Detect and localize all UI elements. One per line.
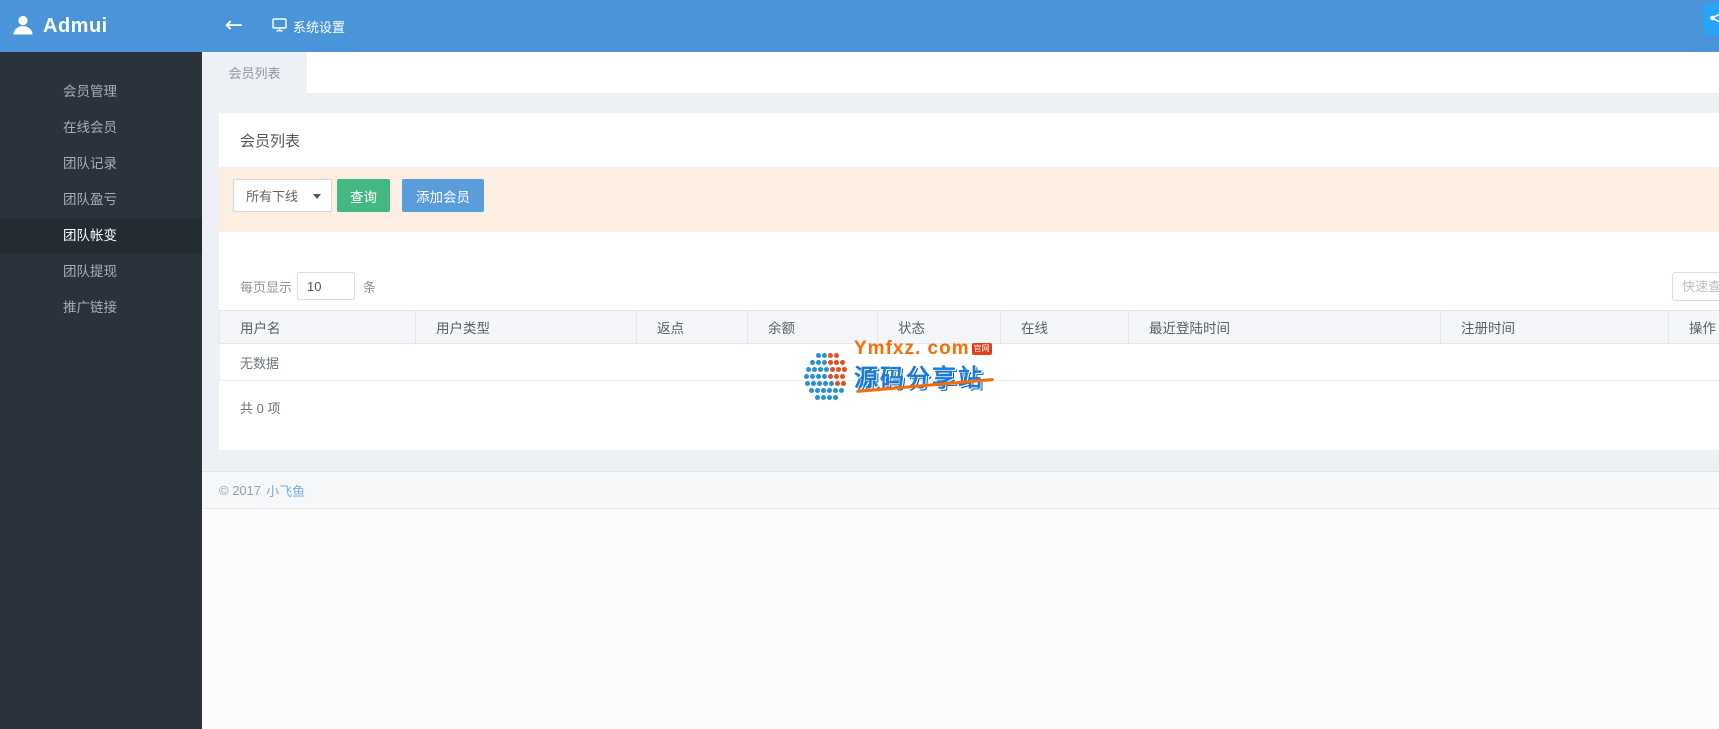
brand-title: Admui (43, 14, 108, 37)
corner-share-button[interactable] (1703, 3, 1719, 35)
user-icon (10, 12, 36, 41)
panel-title: 会员列表 (240, 133, 301, 150)
sidebar-item-团队记录[interactable]: 团队记录 (0, 146, 202, 182)
share-icon (1709, 10, 1719, 29)
column-header-注册时间: 注册时间 (1440, 310, 1669, 344)
tab-bar: 会员列表 (202, 52, 1719, 93)
column-header-用户类型: 用户类型 (415, 310, 637, 344)
sidebar: 会员管理 在线会员 团队记录 团队盈亏 团队帐变 团队提现 推广链接 (0, 52, 202, 729)
column-header-最近登陆时间: 最近登陆时间 (1128, 310, 1441, 344)
footer-link[interactable]: 小飞鱼 (266, 481, 305, 500)
tab-member-list[interactable]: 会员列表 (202, 52, 307, 93)
sidebar-item-会员管理[interactable]: 会员管理 (0, 74, 202, 110)
column-header-用户名: 用户名 (219, 310, 416, 344)
below-content-space (202, 509, 1719, 729)
caret-down-icon (313, 194, 321, 199)
page-size-bar: 每页显示 条 (219, 272, 1719, 301)
sidebar-item-在线会员[interactable]: 在线会员 (0, 110, 202, 146)
column-header-操作: 操作 (1668, 310, 1719, 344)
monitor-icon (272, 17, 293, 35)
app-header: Admui ← 系统设置 (0, 0, 1719, 52)
logo: Admui (0, 12, 202, 41)
filter-bar: 所有下线 查询 添加会员 (219, 167, 1719, 232)
nav-item-label: 系统设置 (293, 19, 346, 35)
empty-text: 无数据 (219, 343, 1719, 381)
table-empty-row: 无数据 (219, 343, 1719, 381)
content-area: 会员列表 所有下线 查询 添加会员 每页显示 条 (202, 93, 1719, 471)
sidebar-item-推广链接[interactable]: 推广链接 (0, 290, 202, 326)
sidebar-item-团队盈亏[interactable]: 团队盈亏 (0, 182, 202, 218)
back-arrow-icon[interactable]: ← (214, 15, 254, 37)
add-member-button[interactable]: 添加会员 (402, 179, 484, 212)
column-header-在线: 在线 (1000, 310, 1129, 344)
page-size-label-before: 每页显示 (240, 279, 293, 295)
quick-search-input[interactable] (1672, 272, 1719, 301)
downline-select[interactable]: 所有下线 (233, 179, 332, 212)
column-header-返点: 返点 (636, 310, 748, 344)
table-header-row: 用户名 用户类型 返点 余额 状态 在线 最近登陆时间 注册时间 操作 (219, 310, 1719, 344)
member-list-panel: 会员列表 所有下线 查询 添加会员 每页显示 条 (219, 113, 1719, 450)
page-size-input[interactable] (297, 272, 356, 300)
copyright-text: © 2017 (219, 482, 262, 498)
sidebar-item-团队提现[interactable]: 团队提现 (0, 254, 202, 290)
column-header-余额: 余额 (747, 310, 878, 344)
member-table: 用户名 用户类型 返点 余额 状态 在线 最近登陆时间 注册时间 操作 无数据 (219, 310, 1719, 381)
main-area: 会员列表 会员列表 所有下线 查询 添加会员 每页显示 条 (202, 52, 1719, 729)
footer: © 2017 小飞鱼 (202, 471, 1719, 509)
page-size-label-after: 条 (363, 279, 377, 295)
total-count: 共 0 项 (240, 401, 281, 416)
downline-select-value: 所有下线 (246, 189, 299, 204)
sidebar-item-团队帐变[interactable]: 团队帐变 (0, 218, 202, 254)
query-button[interactable]: 查询 (337, 179, 390, 212)
column-header-状态: 状态 (877, 310, 1001, 344)
sidebar-menu: 会员管理 在线会员 团队记录 团队盈亏 团队帐变 团队提现 推广链接 (0, 52, 202, 326)
nav-item-system-settings[interactable]: 系统设置 (272, 17, 345, 36)
